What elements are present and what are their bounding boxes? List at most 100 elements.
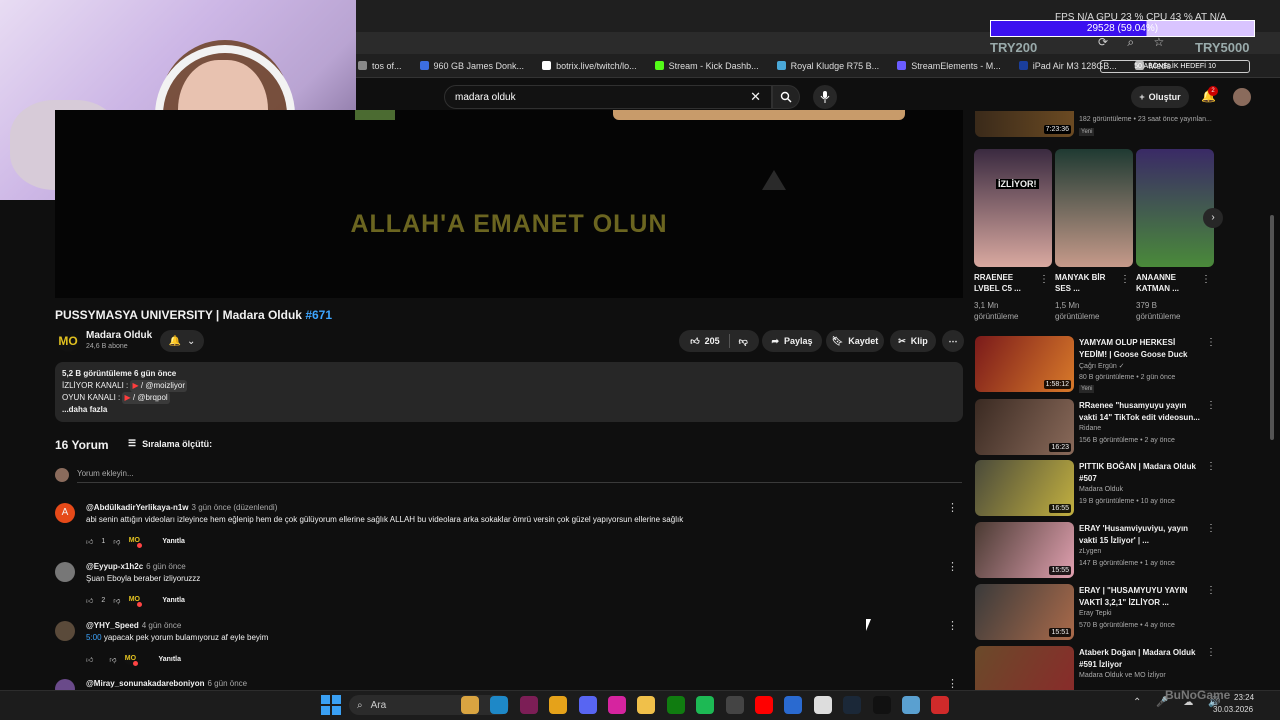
sidebar-video-thumbnail[interactable]: 16:23 [975, 399, 1074, 455]
search-input[interactable]: madara olduk ✕ [444, 85, 772, 109]
short-thumbnail[interactable]: İZLİYOR! [974, 149, 1052, 267]
sidebar-video-channel[interactable]: zLygen [1079, 548, 1101, 555]
dislike-button thumb-down-icon[interactable]: 👎︎ [739, 336, 748, 347]
sidebar-video-menu-icon[interactable]: ⋮ [1206, 461, 1216, 472]
comment-dislike-button thumb-down-icon[interactable]: 👎︎ [113, 596, 120, 605]
comment-like-button thumb-up-icon[interactable]: 👍︎ [86, 655, 93, 664]
sidebar-top-video-thumbnail[interactable]: 7:23:36 [975, 111, 1074, 137]
short-title[interactable]: ANAANNE KATMAN ... [1136, 272, 1179, 294]
sidebar-video-menu-icon[interactable]: ⋮ [1206, 647, 1216, 658]
short-menu-icon[interactable]: ⋮ [1039, 274, 1049, 285]
like-button[interactable]: 👍︎ 205 [690, 336, 719, 347]
voice-search-button[interactable] [813, 85, 837, 109]
xbox-app-icon[interactable] [666, 696, 685, 714]
bookmark-item[interactable]: Stream - Kick Dashb... [654, 61, 759, 71]
short-thumbnail[interactable] [1136, 149, 1214, 267]
sidebar-video-menu-icon[interactable]: ⋮ [1206, 523, 1216, 534]
comment-author[interactable]: @YHY_Speed 4 gün önce [86, 621, 181, 630]
reply-button[interactable]: Yanıtla [162, 597, 185, 604]
sidebar-video-title[interactable]: RRaenee "husamyuyu yayın vakti 14" TikTo… [1079, 400, 1203, 424]
settings-app-icon[interactable] [902, 696, 920, 714]
sidebar-video-menu-icon[interactable]: ⋮ [1206, 585, 1216, 596]
shorts-next-button chevron-right-icon[interactable]: › [1203, 208, 1223, 228]
channel-link-brqpol[interactable]: ▶ / @brqpol [122, 392, 170, 404]
video-description[interactable]: 5,2 B görüntüleme 6 gün önce İZLİYOR KAN… [55, 362, 963, 422]
video-player[interactable]: ALLAH'A EMANET OLUN [55, 110, 963, 298]
discord-app-icon[interactable] [578, 696, 597, 714]
sidebar-video-title[interactable]: YAMYAM OLUP HERKESİ YEDİM! | Goose Goose… [1079, 337, 1203, 361]
sidebar-video-channel[interactable]: Ridane [1079, 425, 1101, 432]
bookmark-item[interactable]: botrix.live/twitch/lo... [542, 61, 637, 71]
comment-author[interactable]: @AbdülkadirYerlikaya-n1w 3 gün önce (düze… [86, 503, 277, 512]
edge-app-icon[interactable] [490, 696, 509, 714]
obs-app-icon[interactable] [725, 696, 744, 714]
sidebar-video-title[interactable]: ERAY | "HUSAMYUYU YAYIN VAKTİ 3,2,1" İZL… [1079, 585, 1203, 609]
short-thumbnail[interactable] [1055, 149, 1133, 267]
search-button[interactable] [772, 85, 800, 109]
taskbar-clock-date[interactable]: 30.03.2026 [1213, 705, 1253, 714]
tiktok-app-icon[interactable] [872, 696, 891, 714]
sidebar-video-thumbnail[interactable]: 15:55 [975, 522, 1074, 578]
short-title[interactable]: RRAENEE LVBEL C5 ... [974, 272, 1021, 294]
sidebar-video-channel[interactable]: Madara Olduk ve MO İzliyor [1079, 672, 1166, 679]
sidebar-video-channel[interactable]: Madara Olduk [1079, 486, 1123, 493]
comment-avatar[interactable] [55, 562, 75, 582]
browser-toolbar-icons[interactable]: ⟳ ⌕ ☆ [1098, 35, 1172, 50]
comment-author[interactable]: @Eyyup-x1h2c 6 gün önce [86, 562, 186, 571]
comment-menu-icon[interactable]: ⋮ [947, 677, 958, 690]
comment-like-button thumb-up-icon[interactable]: 👍︎ [86, 537, 93, 546]
channel-name[interactable]: Madara Olduk [86, 330, 152, 341]
channel-avatar[interactable]: MO [57, 330, 79, 352]
steam-app-icon[interactable] [843, 696, 862, 714]
clear-search-icon[interactable]: ✕ [750, 89, 761, 105]
short-title[interactable]: MANYAK BİR SES ... [1055, 272, 1105, 294]
video-hashtag[interactable]: #671 [305, 308, 332, 322]
comment-dislike-button thumb-down-icon[interactable]: 👎︎ [109, 655, 116, 664]
youtube-app-icon[interactable] [755, 696, 773, 714]
sidebar-video-channel[interactable]: Çağrı Ergün ✓ [1079, 362, 1125, 370]
bookmark-item[interactable]: tos of... [358, 61, 402, 71]
chrome-app-icon[interactable] [549, 696, 568, 714]
explorer-app-icon[interactable] [461, 696, 479, 714]
mail-app-icon[interactable] [784, 696, 803, 714]
sidebar-video-thumbnail[interactable]: 1:58:12 [975, 336, 1074, 392]
start-button windows-icon[interactable] [321, 695, 341, 715]
bookmark-item[interactable]: 960 GB James Donk... [419, 61, 524, 71]
sidebar-video-title[interactable]: Ataberk Doğan | Madara Olduk #591 İzliyo… [1079, 647, 1203, 671]
share-button[interactable]: ➦ Paylaş [762, 330, 822, 352]
sidebar-video-menu-icon[interactable]: ⋮ [1206, 337, 1216, 348]
account-avatar[interactable] [1233, 88, 1251, 106]
comment-menu-icon[interactable]: ⋮ [947, 560, 958, 573]
sidebar-video-thumbnail[interactable]: 15:51 [975, 584, 1074, 640]
reply-button[interactable]: Yanıtla [158, 656, 181, 663]
short-menu-icon[interactable]: ⋮ [1201, 274, 1211, 285]
comment-menu-icon[interactable]: ⋮ [947, 501, 958, 514]
vs-app-icon[interactable] [519, 696, 538, 714]
clip-button[interactable]: ✂ Klip [890, 330, 936, 352]
more-actions-button[interactable]: ⋯ [942, 330, 964, 352]
subscription-bell-button[interactable]: 🔔 ⌄ [160, 330, 204, 352]
recorder-app-icon[interactable] [931, 696, 950, 714]
create-button[interactable]: + Oluştur [1131, 86, 1189, 108]
comment-dislike-button thumb-down-icon[interactable]: 👎︎ [113, 537, 120, 546]
comment-timestamp-link[interactable]: 5:00 [86, 633, 102, 642]
sidebar-video-title[interactable]: ERAY 'Husamviyuviyu, yayın vakti 15 İzli… [1079, 523, 1203, 547]
show-more-link[interactable]: ...daha fazla [62, 404, 956, 416]
bookmark-item[interactable]: StreamElements - M... [897, 61, 1001, 71]
comment-menu-icon[interactable]: ⋮ [947, 619, 958, 632]
reply-button[interactable]: Yanıtla [162, 538, 185, 545]
bookmark-item[interactable]: Royal Kludge R75 B... [776, 61, 879, 71]
instagram-app-icon[interactable] [608, 696, 626, 714]
files-app-icon[interactable] [637, 696, 656, 714]
sort-comments-button[interactable]: ☰ Sıralama ölçütü: [128, 438, 212, 449]
sidebar-video-title[interactable]: PITTIK BOĞAN | Madara Olduk #507 [1079, 461, 1203, 485]
comment-author[interactable]: @Miray_sonunakadareboniyon 6 gün önce [86, 679, 247, 688]
save-button[interactable]: 🔖︎ Kaydet [826, 330, 884, 352]
short-menu-icon[interactable]: ⋮ [1120, 274, 1130, 285]
sidebar-video-channel[interactable]: Eray Tepki [1079, 610, 1112, 617]
notes-app-icon[interactable] [813, 696, 832, 714]
sidebar-video-menu-icon[interactable]: ⋮ [1206, 400, 1216, 411]
taskbar-clock-time[interactable]: 23:24 [1234, 693, 1254, 702]
comment-avatar[interactable] [55, 621, 75, 641]
spotify-app-icon[interactable] [696, 696, 715, 714]
